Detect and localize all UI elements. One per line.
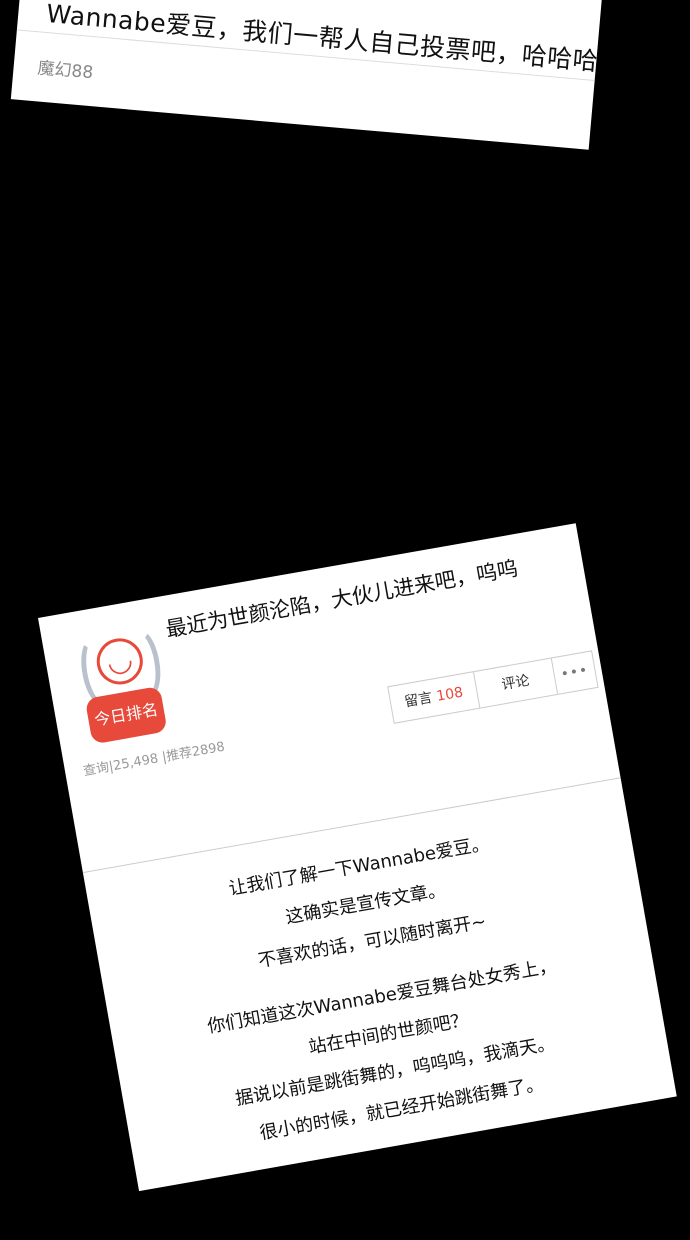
more-options-icon[interactable]: •••	[550, 651, 598, 695]
post-card: ◡ 今日排名 最近为世颜沦陷，大伙儿进来吧，呜呜 查询|25,498 |推荐28…	[38, 523, 677, 1193]
comment-button[interactable]: 评论	[473, 658, 558, 708]
post-title: 最近为世颜沦陷，大伙儿进来吧，呜呜	[163, 556, 520, 642]
post-body: 让我们了解一下Wannabe爱豆。 这确实是宣传文章。 不喜欢的话，可以随时离开…	[87, 801, 677, 1193]
previous-post-card: Wannabe爱豆，我们一帮人自己投票吧，哈哈哈 魔幻88	[10, 0, 608, 150]
message-count: 108	[435, 684, 465, 705]
body-line: 让我们了解一下Wannabe爱豆。	[227, 833, 491, 900]
author-name[interactable]: 魔幻88	[37, 53, 95, 83]
message-label: 留言	[403, 689, 434, 711]
action-bar: 留言 108 评论 •••	[387, 650, 599, 724]
ranking-badge[interactable]: ◡ 今日排名	[69, 619, 178, 753]
message-button[interactable]: 留言 108	[388, 672, 479, 722]
